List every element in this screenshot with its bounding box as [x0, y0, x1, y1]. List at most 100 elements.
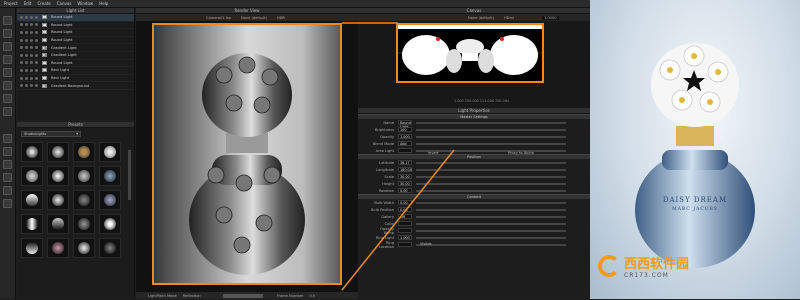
- visibility-toggle-icon[interactable]: [35, 15, 38, 19]
- visibility-toggle-icon[interactable]: [35, 76, 38, 80]
- light-list-item[interactable]: Gradient Light: [17, 52, 134, 60]
- property-value-field[interactable]: [398, 228, 412, 233]
- menu-project[interactable]: Project: [4, 1, 18, 6]
- render-zoom-select[interactable]: HDR: [277, 16, 285, 20]
- visibility-toggle-icon[interactable]: [25, 84, 28, 88]
- visibility-toggle-icon[interactable]: [30, 23, 33, 27]
- light-tool-icon[interactable]: [3, 55, 12, 64]
- visibility-toggle-icon[interactable]: [20, 38, 23, 42]
- property-value-field[interactable]: Round Light: [398, 120, 412, 129]
- visibility-toggle-icon[interactable]: [30, 61, 33, 65]
- light-list-item[interactable]: Round Light: [17, 60, 134, 68]
- visibility-toggle-icon[interactable]: [30, 15, 33, 19]
- render-mode-select[interactable]: None (default): [241, 16, 267, 20]
- visibility-toggle-icon[interactable]: [20, 15, 23, 19]
- property-slider[interactable]: [416, 222, 566, 225]
- visibility-toggle-icon[interactable]: [25, 46, 28, 50]
- scale-tool-icon[interactable]: [3, 94, 12, 103]
- canvas-value-field[interactable]: 1.0000: [541, 15, 559, 20]
- presets-dropdown[interactable]: StudioLights ▾: [21, 131, 81, 137]
- property-value-field[interactable]: Add: [398, 141, 412, 146]
- light-list-item[interactable]: Round Light: [17, 14, 134, 22]
- brush-tool-icon[interactable]: [3, 42, 12, 51]
- property-value-field[interactable]: Off: [398, 214, 412, 219]
- visibility-toggle-icon[interactable]: [35, 68, 38, 72]
- property-slider[interactable]: [416, 208, 566, 211]
- visibility-toggle-icon[interactable]: [20, 23, 23, 27]
- visibility-toggle-icon[interactable]: [30, 38, 33, 42]
- property-value-field[interactable]: 0.00: [398, 188, 412, 193]
- property-value-field[interactable]: 180.00: [398, 167, 412, 172]
- visibility-toggle-icon[interactable]: [25, 53, 28, 57]
- visibility-toggle-icon[interactable]: [20, 53, 23, 57]
- property-value-field[interactable]: 0.00: [398, 200, 412, 205]
- preset-thumbnail[interactable]: [21, 238, 43, 258]
- preset-thumbnail[interactable]: [21, 142, 43, 162]
- canvas-view[interactable]: [396, 23, 544, 83]
- visibility-toggle-icon[interactable]: [30, 53, 33, 57]
- visibility-toggle-icon[interactable]: [20, 68, 23, 72]
- property-value-field[interactable]: 1.000: [398, 235, 412, 240]
- settings-tool-icon[interactable]: [3, 186, 12, 195]
- preset-thumbnail[interactable]: [47, 142, 69, 162]
- preset-thumbnail[interactable]: [47, 166, 69, 186]
- property-slider[interactable]: [416, 142, 566, 145]
- menu-canvas[interactable]: Canvas: [57, 1, 72, 6]
- visibility-toggle-icon[interactable]: [25, 38, 28, 42]
- visibility-toggle-icon[interactable]: [20, 61, 23, 65]
- preset-thumbnail[interactable]: [47, 214, 69, 234]
- visibility-toggle-icon[interactable]: [30, 76, 33, 80]
- visibility-toggle-icon[interactable]: [35, 30, 38, 34]
- light-list-item[interactable]: Round Light: [17, 37, 134, 45]
- light-list-item[interactable]: Gradient Light: [17, 44, 134, 52]
- render-viewport[interactable]: [152, 23, 342, 285]
- reflection-select[interactable]: Reflection: [183, 294, 201, 298]
- property-value-field[interactable]: 0.00: [398, 207, 412, 212]
- visibility-toggle-icon[interactable]: [25, 15, 28, 19]
- preset-thumbnail[interactable]: [21, 166, 43, 186]
- property-slider[interactable]: [416, 243, 566, 246]
- visibility-toggle-icon[interactable]: [35, 53, 38, 57]
- visibility-toggle-icon[interactable]: [20, 76, 23, 80]
- invert-check-label[interactable]: Invert: [428, 151, 439, 155]
- preset-thumbnail[interactable]: [73, 238, 95, 258]
- property-slider[interactable]: [416, 128, 566, 131]
- preset-thumbnail[interactable]: [73, 166, 95, 186]
- visibility-toggle-icon[interactable]: [20, 46, 23, 50]
- property-slider[interactable]: [416, 168, 566, 171]
- property-value-field[interactable]: 30.00: [398, 174, 412, 179]
- visibility-toggle-icon[interactable]: [30, 46, 33, 50]
- visibility-toggle-icon[interactable]: [30, 30, 33, 34]
- property-slider[interactable]: [416, 175, 566, 178]
- visibility-toggle-icon[interactable]: [25, 76, 28, 80]
- property-value-field[interactable]: [398, 148, 412, 153]
- preset-thumbnail[interactable]: [73, 142, 95, 162]
- property-value-field[interactable]: 36.17: [398, 160, 412, 165]
- camera-tool-icon[interactable]: [3, 160, 12, 169]
- property-value-field[interactable]: 1.000: [398, 134, 412, 139]
- frame-slider[interactable]: [222, 293, 263, 298]
- visibility-toggle-icon[interactable]: [25, 61, 28, 65]
- property-value-field[interactable]: [398, 242, 412, 247]
- light-list-item[interactable]: Rect Light: [17, 67, 134, 75]
- preset-thumbnail[interactable]: [47, 238, 69, 258]
- preset-thumbnail[interactable]: [99, 166, 121, 186]
- image-tool-icon[interactable]: [3, 147, 12, 156]
- visibility-toggle-icon[interactable]: [25, 68, 28, 72]
- light-list-item[interactable]: Round Light: [17, 29, 134, 37]
- paint-tool-icon[interactable]: [3, 29, 12, 38]
- menu-window[interactable]: Window: [77, 1, 93, 6]
- property-slider[interactable]: [416, 121, 566, 124]
- frame-number-value[interactable]: 0.0: [309, 294, 315, 298]
- presets-scrollbar[interactable]: [128, 150, 131, 200]
- visibility-toggle-icon[interactable]: [20, 84, 23, 88]
- property-slider[interactable]: [416, 189, 566, 192]
- property-slider[interactable]: [416, 236, 566, 239]
- canvas-zoom-select[interactable]: HDmi: [504, 16, 514, 20]
- light-list-item[interactable]: Rect Light: [17, 75, 134, 83]
- preset-thumbnail[interactable]: [99, 238, 121, 258]
- help-tool-icon[interactable]: [3, 199, 12, 208]
- property-slider[interactable]: [416, 182, 566, 185]
- property-slider[interactable]: [416, 135, 566, 138]
- preset-thumbnail[interactable]: [73, 190, 95, 210]
